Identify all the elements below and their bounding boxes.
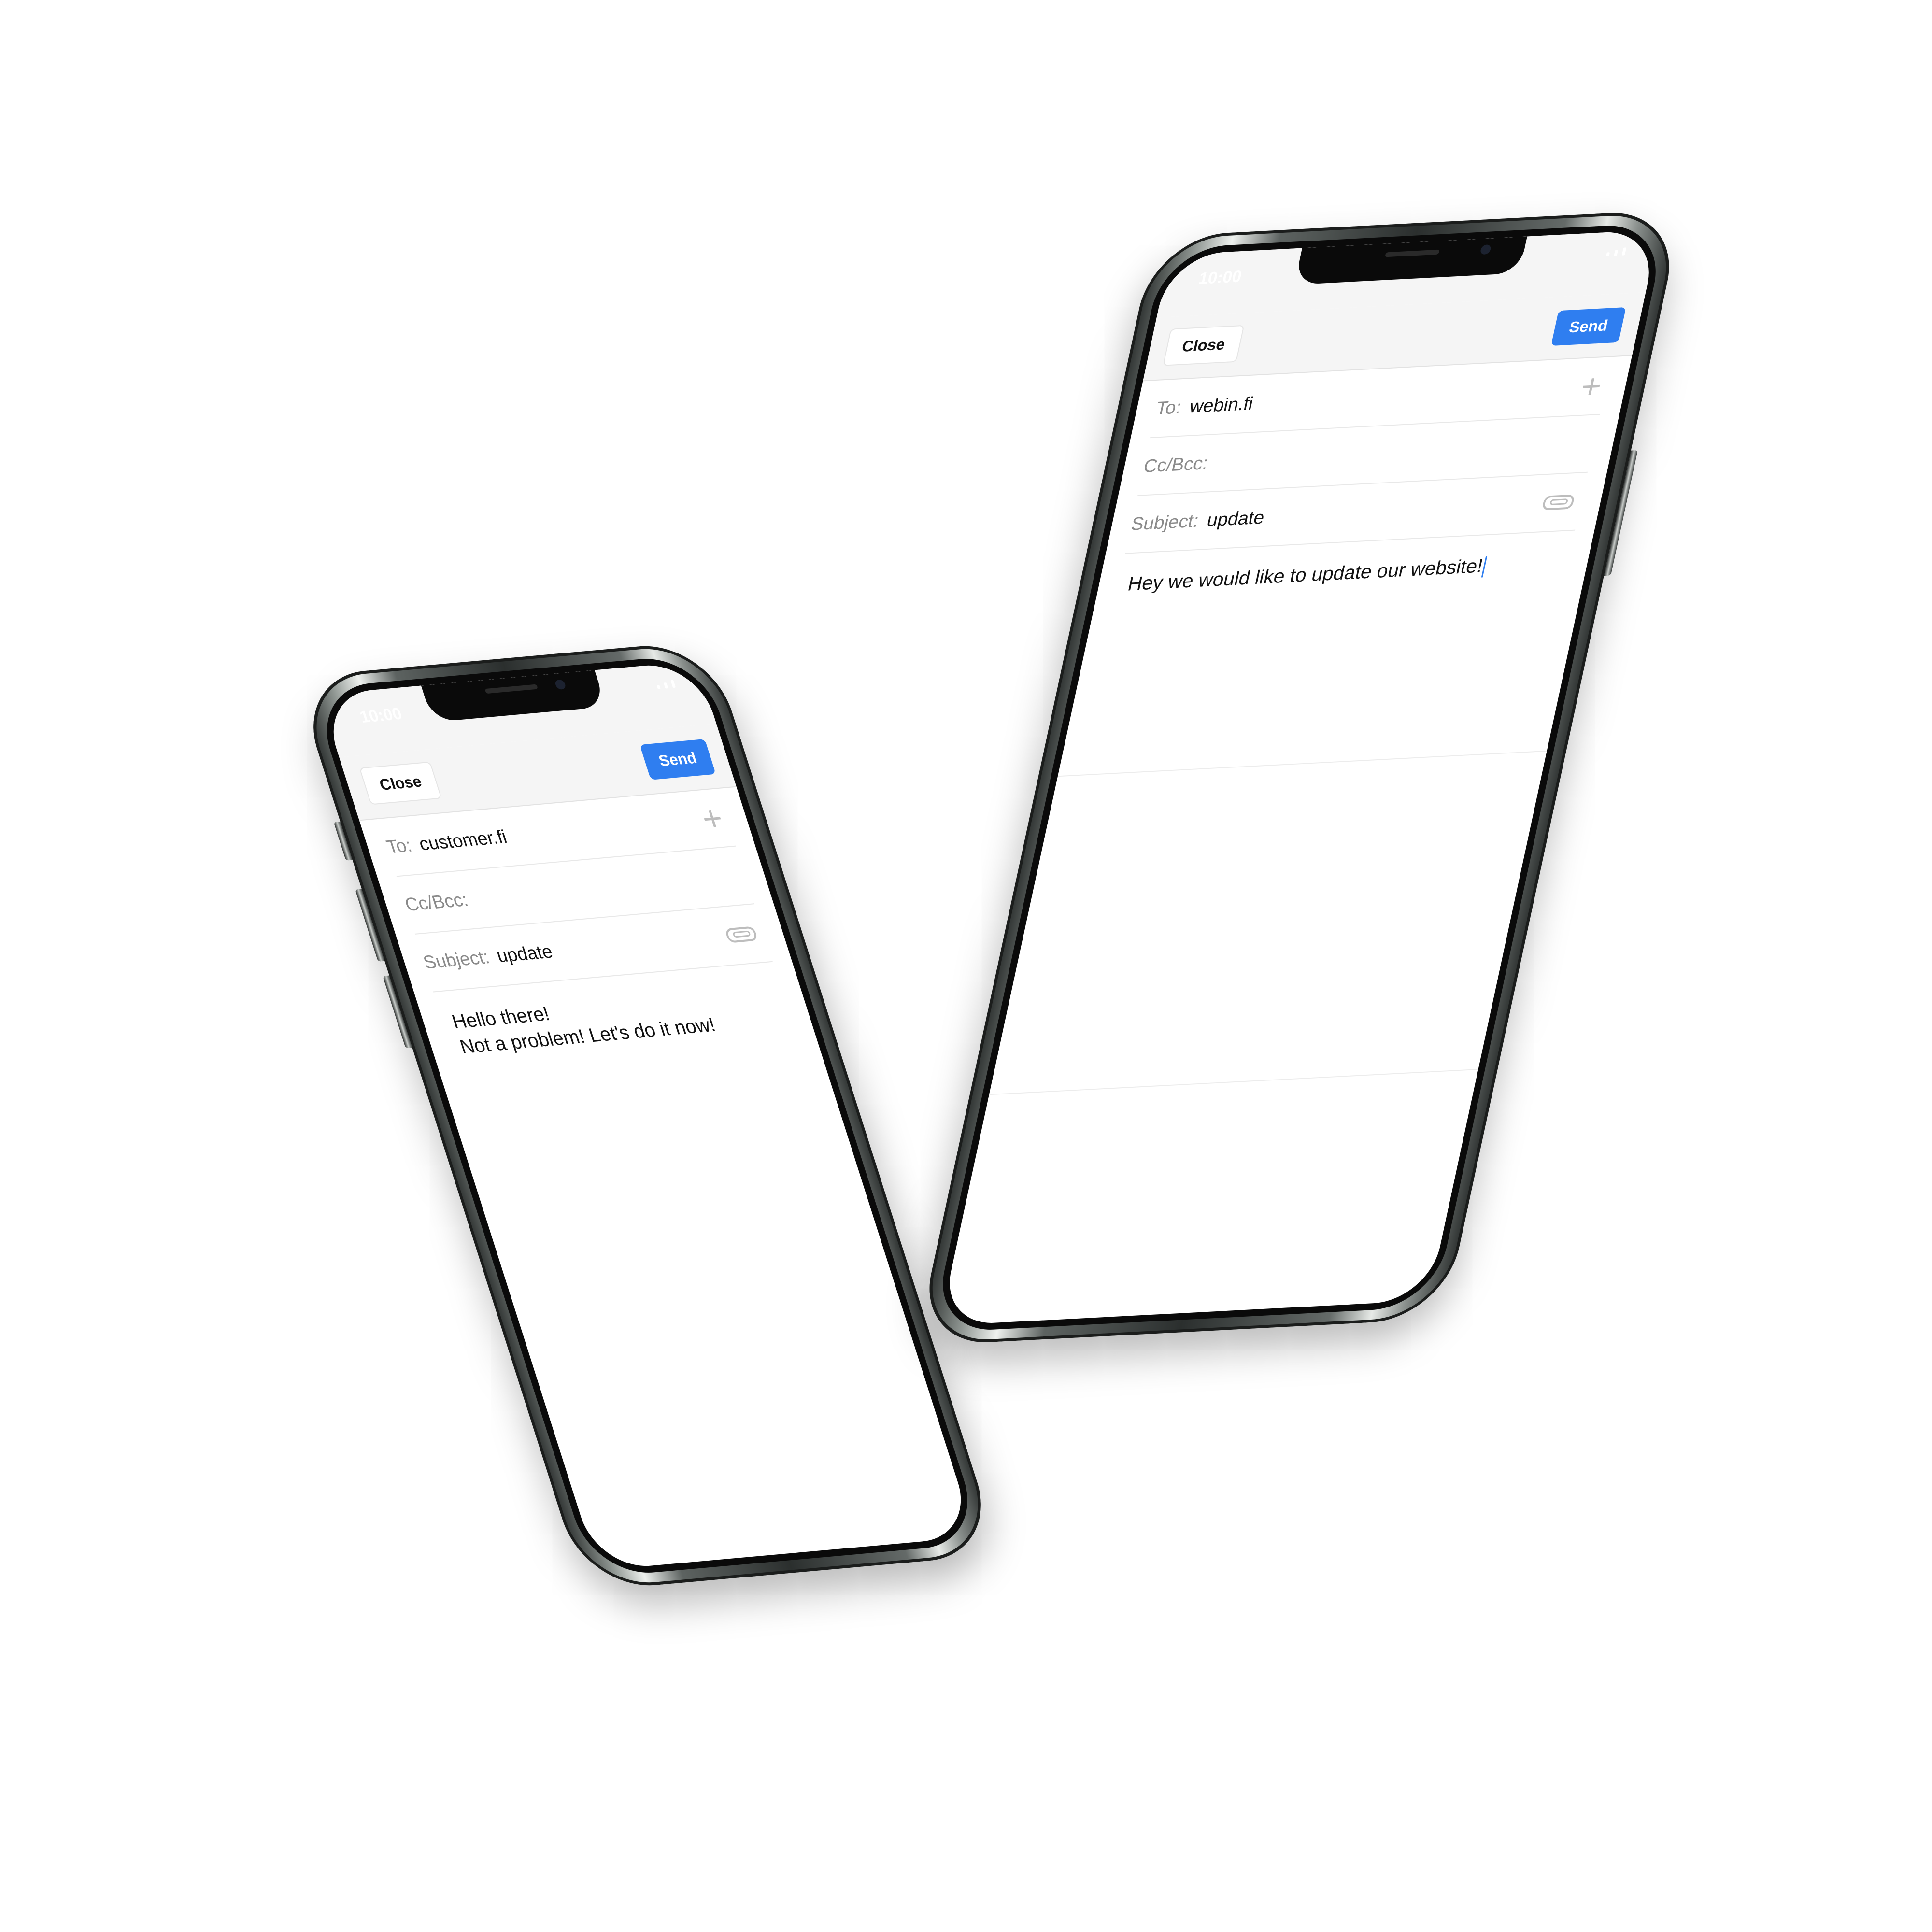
speaker-grille [1385, 249, 1440, 257]
subject-value[interactable]: update [494, 941, 555, 967]
to-value[interactable]: customer.fi [416, 826, 510, 855]
divider [989, 1068, 1478, 1095]
status-time: 10:00 [357, 704, 405, 726]
speaker-grille [484, 684, 538, 694]
signal-icon [1606, 247, 1627, 256]
signal-icon [655, 680, 676, 689]
mockup-stage: 10:00 Close Send To: customer.fi + Cc/Bc… [0, 0, 1932, 1932]
mail-compose-screen: 10:00 Close Send To: customer.fi + Cc/Bc… [319, 661, 976, 1571]
mute-switch [333, 821, 353, 861]
paperclip-icon[interactable] [724, 926, 758, 943]
phone-right: 10:00 Close Send To: webin.fi + Cc/Bcc: [915, 209, 1683, 1346]
to-label: To: [1154, 397, 1183, 419]
ccbcc-label: Cc/Bcc: [402, 889, 471, 915]
subject-label: Subject: [421, 947, 492, 973]
camera-icon [1479, 244, 1492, 255]
message-body[interactable]: Hello there! Not a problem! Let's do it … [449, 980, 790, 1060]
body-line-1: Hey we would like to update our website! [1125, 555, 1485, 595]
close-button[interactable]: Close [359, 761, 442, 805]
phone-left: 10:00 Close Send To: customer.fi + Cc/Bc… [294, 640, 1000, 1591]
paperclip-icon[interactable] [1541, 494, 1576, 511]
message-body[interactable]: Hey we would like to update our website! [1125, 549, 1566, 597]
to-value[interactable]: webin.fi [1188, 393, 1255, 417]
subject-value[interactable]: update [1205, 507, 1266, 531]
plus-icon[interactable]: + [697, 799, 728, 838]
ccbcc-label: Cc/Bcc: [1141, 453, 1210, 477]
send-button[interactable]: Send [1550, 307, 1626, 346]
subject-label: Subject: [1129, 511, 1201, 535]
mail-compose-screen: 10:00 Close Send To: webin.fi + Cc/Bcc: [939, 229, 1660, 1326]
send-button[interactable]: Send [639, 739, 716, 780]
camera-icon [554, 679, 567, 690]
to-label: To: [384, 835, 414, 858]
close-button[interactable]: Close [1163, 325, 1245, 366]
status-time: 10:00 [1196, 267, 1244, 288]
plus-icon[interactable]: + [1577, 367, 1605, 406]
divider [1057, 750, 1547, 777]
